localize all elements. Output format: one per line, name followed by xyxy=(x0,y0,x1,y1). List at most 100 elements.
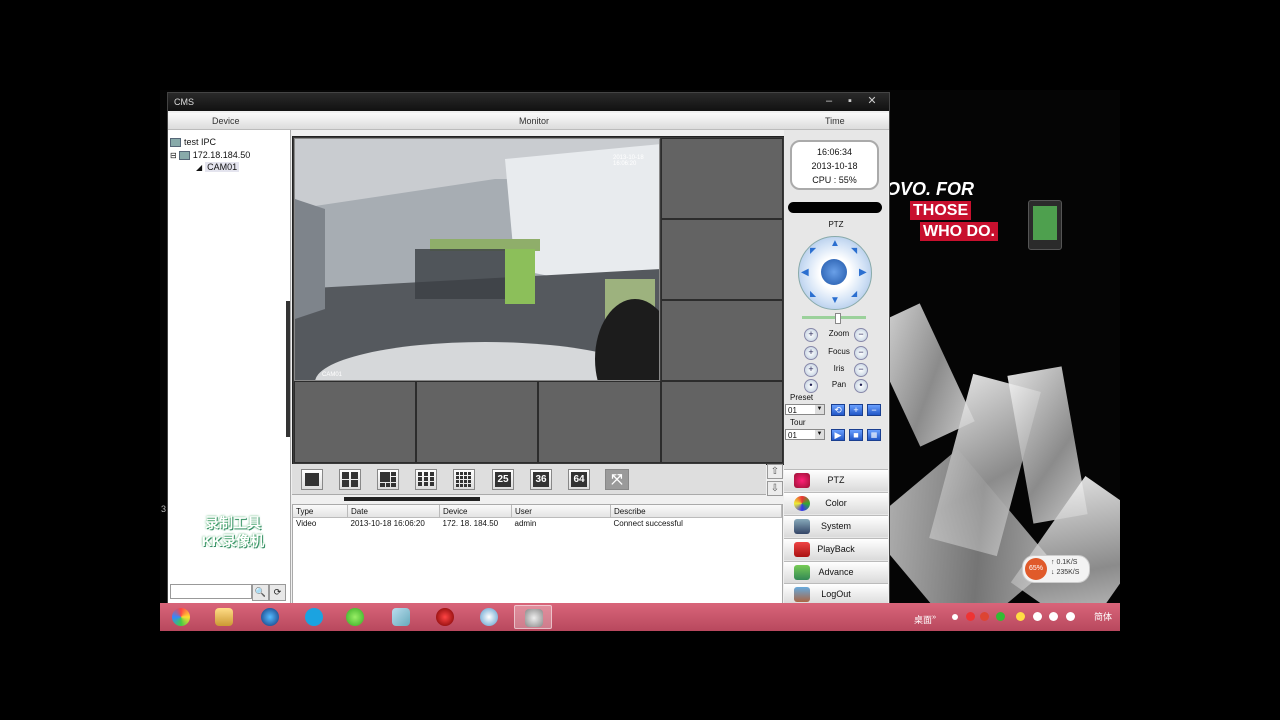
zoom-in-button[interactable]: + xyxy=(804,328,818,342)
expand-icon[interactable]: ⊟ xyxy=(170,151,177,160)
tray-app-icon[interactable] xyxy=(980,612,989,621)
search-icon[interactable]: 🔍 xyxy=(252,584,269,601)
monitor-channel[interactable] xyxy=(294,381,416,463)
camera-feed-cam01[interactable]: 2013-10-18 16:06:20 CAM01 xyxy=(294,138,660,381)
arrow-up-icon[interactable]: ▲ xyxy=(830,238,840,249)
layout-4-button[interactable] xyxy=(339,469,361,490)
tour-stop-button[interactable]: ■ xyxy=(849,429,863,441)
tray-volume-icon[interactable] xyxy=(1066,612,1075,621)
scroll-up-button[interactable]: ⇧ xyxy=(767,464,783,479)
minimize-button[interactable]: – xyxy=(822,95,836,108)
layout-1-button[interactable] xyxy=(301,469,323,490)
network-speed-widget[interactable]: 65% ↑ 0.1K/S ↓ 235K/S xyxy=(1022,555,1090,583)
log-col-describe[interactable]: Describe xyxy=(610,505,782,518)
watermark-line-2: KK录像机 xyxy=(201,533,265,549)
table-row[interactable]: Video 2013-10-18 16:06:20 172. 18. 184.5… xyxy=(293,518,782,530)
focus-out-button[interactable]: − xyxy=(854,346,868,360)
monitor-channel[interactable] xyxy=(416,381,538,463)
window-title: CMS xyxy=(174,97,194,107)
start-button[interactable] xyxy=(162,605,200,629)
menu-color-button[interactable]: Color xyxy=(784,492,888,514)
taskbar-browser[interactable] xyxy=(336,605,374,629)
arrow-down-icon[interactable]: ▼ xyxy=(830,295,840,306)
tray-app-icon[interactable] xyxy=(966,612,975,621)
layout-25-button[interactable]: 25 xyxy=(492,469,514,490)
arrow-right-icon[interactable]: ▶ xyxy=(859,267,867,278)
log-col-date[interactable]: Date xyxy=(347,505,440,518)
preset-remove-button[interactable]: − xyxy=(867,404,881,416)
ptz-direction-pad[interactable]: ▲ ▼ ◀ ▶ ◤ ◥ ◣ ◢ xyxy=(798,236,872,310)
tray-flag-icon[interactable] xyxy=(1033,612,1042,621)
taskbar-chat[interactable] xyxy=(470,605,508,629)
ptz-speed-slider[interactable] xyxy=(802,316,866,319)
taskbar-skype[interactable] xyxy=(295,605,333,629)
tree-item-device[interactable]: ⊟ 172.18.184.50 xyxy=(170,150,250,161)
log-resize-handle[interactable] xyxy=(344,497,480,501)
menu-logout-button[interactable]: LogOut xyxy=(784,583,888,605)
layout-6-button[interactable] xyxy=(377,469,399,490)
layout-36-button[interactable]: 36 xyxy=(530,469,552,490)
log-col-user[interactable]: User xyxy=(511,505,611,518)
iris-close-button[interactable]: − xyxy=(854,363,868,377)
monitor-channel[interactable] xyxy=(661,381,783,463)
arrow-left-icon[interactable]: ◀ xyxy=(801,267,809,278)
fullscreen-button[interactable]: ⤧ xyxy=(605,469,629,490)
tray-expand-icon[interactable] xyxy=(952,614,958,620)
taskbar-explorer[interactable] xyxy=(205,605,243,629)
scroll-down-button[interactable]: ⇩ xyxy=(767,481,783,496)
refresh-icon[interactable]: ⟳ xyxy=(269,584,286,601)
pan-start-button[interactable]: • xyxy=(804,379,818,393)
pan-stop-button[interactable]: • xyxy=(854,379,868,393)
arrow-down-right-icon[interactable]: ◢ xyxy=(851,289,857,298)
layout-16-button[interactable] xyxy=(453,469,475,490)
zoom-out-button[interactable]: − xyxy=(854,328,868,342)
monitor-channel[interactable] xyxy=(538,381,661,463)
taskbar-recorder[interactable] xyxy=(426,605,464,629)
tree-item-camera[interactable]: ◢ CAM01 xyxy=(196,162,240,172)
preset-select[interactable]: 01 ▼ xyxy=(785,404,825,415)
menu-system-button[interactable]: System xyxy=(784,515,888,537)
menu-playback-button[interactable]: PlayBack xyxy=(784,538,888,560)
iris-open-button[interactable]: + xyxy=(804,363,818,377)
menu-advance-label: Advance xyxy=(818,567,854,577)
arrow-up-right-icon[interactable]: ◥ xyxy=(851,246,857,255)
layout-9-button[interactable] xyxy=(415,469,437,490)
tray-network-icon[interactable] xyxy=(1049,612,1058,621)
close-button[interactable]: ✕ xyxy=(865,95,879,108)
tray-shield-icon[interactable] xyxy=(1016,612,1025,621)
ie-icon xyxy=(261,608,279,626)
tour-grid-button[interactable]: ▦ xyxy=(867,429,881,441)
taskbar-app[interactable] xyxy=(382,605,420,629)
arrow-up-left-icon[interactable]: ◤ xyxy=(810,246,816,255)
device-search-input[interactable] xyxy=(170,584,252,599)
log-col-device[interactable]: Device xyxy=(439,505,512,518)
taskbar-cms[interactable] xyxy=(514,605,552,629)
layout-64-button[interactable]: 64 xyxy=(568,469,590,490)
log-col-type[interactable]: Type xyxy=(293,505,348,518)
ptz-center-button[interactable] xyxy=(821,259,847,285)
monitor-channel[interactable] xyxy=(661,219,783,300)
menu-advance-button[interactable]: Advance xyxy=(784,561,888,583)
taskbar-ie[interactable] xyxy=(251,605,289,629)
tree-item-test-ipc[interactable]: test IPC xyxy=(170,137,216,148)
title-bar[interactable]: CMS – ▪ ✕ xyxy=(168,93,889,111)
arrow-down-left-icon[interactable]: ◣ xyxy=(810,289,816,298)
ptz-speed-knob[interactable] xyxy=(835,313,841,324)
monitor-channel[interactable] xyxy=(661,138,783,219)
tour-select[interactable]: 01 ▼ xyxy=(785,429,825,440)
desktop-toolbar-label[interactable]: 桌面» xyxy=(914,612,936,626)
preset-goto-button[interactable]: ⟲ xyxy=(831,404,845,416)
ime-indicator[interactable]: 简体 xyxy=(1094,610,1112,623)
phone-gadget-icon[interactable] xyxy=(1028,200,1062,250)
preset-add-button[interactable]: + xyxy=(849,404,863,416)
camera-label-overlay: CAM01 xyxy=(322,372,343,378)
monitor-channel[interactable] xyxy=(661,300,783,381)
panel-splitter[interactable] xyxy=(286,301,290,437)
brand-line-2: THOSE xyxy=(910,201,972,220)
tour-play-button[interactable]: ▶ xyxy=(831,429,845,441)
focus-in-button[interactable]: + xyxy=(804,346,818,360)
iris-row: + Iris − xyxy=(804,363,874,377)
menu-ptz-button[interactable]: PTZ xyxy=(784,469,888,491)
tray-security-icon[interactable] xyxy=(996,612,1005,621)
maximize-button[interactable]: ▪ xyxy=(843,95,857,108)
